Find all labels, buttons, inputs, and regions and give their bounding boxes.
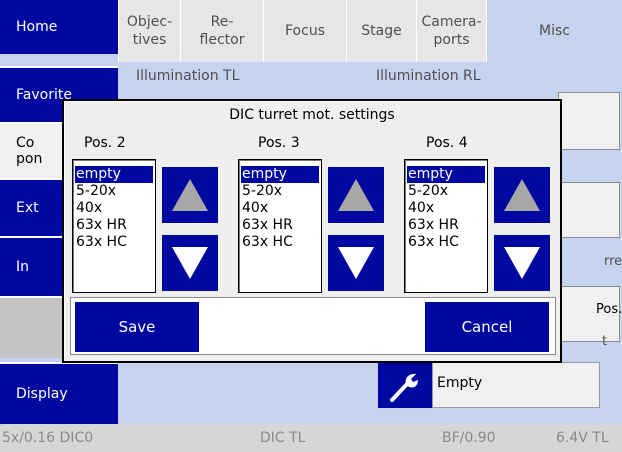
dialog-title: DIC turret mot. settings	[229, 107, 395, 123]
scroll-up-button[interactable]	[328, 167, 384, 223]
tab-label: Camera-	[421, 14, 482, 30]
list-item[interactable]: 63x HR	[73, 217, 155, 234]
status-dic: DIC TL	[260, 430, 306, 446]
triangle-up-icon	[504, 179, 540, 211]
position-group-3: Pos. 3 empty 5-20x 40x 63x HR 63x HC	[238, 131, 384, 293]
position-label: Pos. 4	[426, 135, 468, 151]
sidebar-item-display[interactable]: Display	[0, 362, 118, 424]
sidebar-item-label: In	[16, 259, 30, 275]
turret-position-label: Pos.5	[596, 302, 622, 317]
scroll-up-button[interactable]	[162, 167, 218, 223]
position-label: Pos. 2	[84, 135, 126, 151]
tab-stage[interactable]: Stage	[346, 0, 416, 62]
position-listbox[interactable]: empty 5-20x 40x 63x HR 63x HC	[238, 159, 322, 293]
illumination-rl-control[interactable]	[558, 92, 620, 150]
illumination-rl-control-2[interactable]	[558, 182, 620, 238]
position-listbox[interactable]: empty 5-20x 40x 63x HR 63x HC	[404, 159, 488, 293]
status-bf: BF/0.90	[442, 430, 496, 446]
list-item[interactable]: 63x HR	[239, 217, 321, 234]
list-item[interactable]: empty	[407, 166, 485, 183]
list-item[interactable]: 40x	[405, 200, 487, 217]
tab-label: Re-	[210, 14, 234, 30]
tab-label: Focus	[285, 23, 325, 39]
triangle-down-icon	[338, 247, 374, 279]
sidebar-item-label: pon	[16, 151, 43, 167]
position-listbox[interactable]: empty 5-20x 40x 63x HR 63x HC	[72, 159, 156, 293]
list-item[interactable]: 40x	[73, 200, 155, 217]
list-item[interactable]: 63x HC	[73, 234, 155, 251]
triangle-down-icon	[504, 247, 540, 279]
list-item[interactable]: 5-20x	[405, 183, 487, 200]
cancel-button[interactable]: Cancel	[425, 302, 549, 352]
tab-label: ports	[433, 32, 470, 48]
illumination-rl-label: Illumination RL	[376, 68, 481, 84]
turret-label: rret	[604, 254, 622, 269]
sidebar-item-label: Display	[16, 386, 68, 402]
sidebar-item-home[interactable]: Home	[0, 0, 118, 54]
position-group-2: Pos. 2 empty 5-20x 40x 63x HR 63x HC	[72, 131, 218, 293]
status-bar: 5x/0.16 DIC0 DIC TL BF/0.90 6.4V TL	[0, 424, 622, 452]
settings-wrench-button[interactable]	[378, 362, 432, 408]
status-voltage: 6.4V TL	[556, 430, 609, 446]
sidebar-item-label: Ext	[16, 200, 39, 216]
list-item[interactable]: 5-20x	[73, 183, 155, 200]
scroll-down-button[interactable]	[162, 235, 218, 291]
list-item[interactable]: 63x HC	[239, 234, 321, 251]
save-button[interactable]: Save	[75, 302, 199, 352]
triangle-up-icon	[338, 179, 374, 211]
sidebar-item-label: Co	[16, 135, 35, 151]
turret-sub-label: t	[602, 334, 608, 349]
tab-reflector[interactable]: Re-flector	[180, 0, 263, 62]
wrench-icon	[390, 373, 418, 402]
status-objective: 5x/0.16 DIC0	[2, 430, 94, 446]
triangle-down-icon	[172, 247, 208, 279]
list-item[interactable]: 63x HC	[405, 234, 487, 251]
tab-misc[interactable]: Misc	[486, 0, 622, 62]
list-item[interactable]: 40x	[239, 200, 321, 217]
list-item[interactable]: 63x HR	[405, 217, 487, 234]
scroll-down-button[interactable]	[328, 235, 384, 291]
tab-focus[interactable]: Focus	[263, 0, 346, 62]
tab-cameraports[interactable]: Camera-ports	[416, 0, 486, 62]
scroll-down-button[interactable]	[494, 235, 550, 291]
position-label: Pos. 3	[258, 135, 300, 151]
list-item[interactable]: empty	[75, 166, 153, 183]
empty-display-field[interactable]: Empty	[432, 362, 600, 408]
tab-objectives[interactable]: Objec-tives	[118, 0, 180, 62]
tab-label: Misc	[539, 23, 570, 39]
position-group-4: Pos. 4 empty 5-20x 40x 63x HR 63x HC	[404, 131, 550, 293]
tab-label: flector	[199, 32, 245, 48]
triangle-up-icon	[172, 179, 208, 211]
dialog-button-bar: Save Cancel	[70, 297, 556, 355]
list-item[interactable]: 5-20x	[239, 183, 321, 200]
tab-label: Stage	[361, 23, 402, 39]
scroll-up-button[interactable]	[494, 167, 550, 223]
list-item[interactable]: empty	[241, 166, 319, 183]
sidebar-item-label: Home	[16, 19, 58, 35]
dic-turret-settings-dialog: DIC turret mot. settings Pos. 2 empty 5-…	[62, 99, 562, 363]
tab-label: tives	[132, 32, 167, 48]
illumination-tl-label: Illumination TL	[136, 68, 240, 84]
tab-label: Objec-	[126, 14, 173, 30]
